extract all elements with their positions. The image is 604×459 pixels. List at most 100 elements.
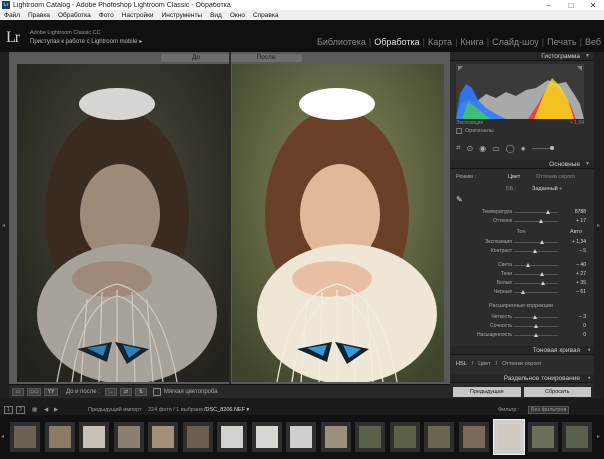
filmstrip-thumbnail[interactable] (527, 422, 558, 452)
histogram[interactable] (456, 64, 584, 119)
filmstrip-thumbnail[interactable] (148, 422, 178, 452)
filmstrip-thumbnail[interactable] (320, 422, 351, 452)
tab-color[interactable]: Цвет (478, 361, 490, 367)
identity-plate-mobile-link[interactable]: Приступая к работе с Lightroom mobile ▸ (30, 38, 142, 45)
tone-region-slider-value[interactable]: + 27 (576, 271, 586, 277)
tone-region-slider-track[interactable] (514, 283, 558, 284)
tone-slider-value[interactable]: – 5 (579, 248, 586, 254)
module-print[interactable]: Печать (544, 37, 579, 47)
spot-removal-icon[interactable]: ⊙ (467, 144, 474, 153)
filmstrip-thumbnail[interactable] (113, 422, 144, 452)
maximize-button[interactable]: □ (560, 1, 582, 10)
right-edge-strip[interactable]: ▸ (594, 52, 604, 398)
menu-help[interactable]: Справка (249, 12, 283, 19)
filmstrip-thumbnail[interactable] (424, 422, 454, 452)
soft-proofing-checkbox[interactable] (152, 387, 161, 396)
menu-tools[interactable]: Инструменты (158, 12, 207, 19)
filmstrip-source[interactable]: Предыдущий импорт (88, 407, 142, 413)
filmstrip-thumbnail[interactable] (389, 422, 420, 452)
treatment-color-option[interactable]: Цвет (508, 174, 520, 180)
presence-slider-thumb[interactable] (533, 315, 538, 319)
left-panel-collapsed[interactable]: ◂ (0, 52, 9, 398)
collapse-right-panel-icon[interactable]: ▸ (597, 222, 600, 229)
presence-slider-value[interactable]: – 3 (579, 314, 586, 320)
menu-settings[interactable]: Настройки (118, 12, 158, 19)
tone-region-slider-thumb[interactable] (541, 281, 546, 285)
white-balance-preset[interactable]: Заданный ÷ (532, 186, 562, 192)
presence-slider-thumb[interactable] (534, 324, 538, 328)
before-photo[interactable] (17, 64, 229, 382)
original-photo-row[interactable]: Оригиналы (456, 128, 494, 134)
white-balance-slider-thumb[interactable] (539, 219, 544, 223)
before-after-split-button[interactable]: YY (44, 387, 58, 396)
swap-before-after-button[interactable]: ⇄ (119, 387, 132, 396)
presence-slider-value[interactable]: 0 (583, 332, 586, 338)
filmstrip-filename[interactable]: /DSC_8206.NEF ▾ (204, 407, 249, 413)
menu-photo[interactable]: Фото (95, 12, 118, 19)
menu-edit[interactable]: Правка (24, 12, 54, 19)
second-window-button[interactable]: 2 (16, 406, 26, 414)
tone-slider-thumb[interactable] (539, 240, 544, 244)
tone-region-slider-value[interactable]: – 40 (576, 262, 586, 268)
radial-filter-icon[interactable]: ◯ (506, 144, 515, 153)
red-eye-icon[interactable]: ◉ (479, 144, 486, 153)
menu-develop[interactable]: Обработка (54, 12, 95, 19)
original-photo-checkbox[interactable] (456, 128, 462, 134)
main-window-button[interactable]: 1 (4, 406, 14, 414)
tone-region-slider-value[interactable]: – 61 (576, 289, 586, 295)
white-balance-slider-track[interactable] (514, 221, 558, 222)
tab-hsl[interactable]: HSL (456, 361, 467, 367)
tab-grayscale[interactable]: Оттенки серого (502, 361, 541, 367)
tone-slider-track[interactable] (514, 242, 558, 243)
after-photo[interactable] (232, 64, 444, 382)
auto-tone-button[interactable]: Авто (570, 229, 582, 235)
module-develop[interactable]: Обработка (371, 37, 422, 47)
split-toning-header[interactable]: Раздельное тонирование ◂ (450, 374, 594, 383)
filter-dropdown[interactable]: Без фильтров (528, 406, 570, 414)
menu-window[interactable]: Окно (226, 12, 249, 19)
tone-slider-value[interactable]: + 1,34 (572, 239, 586, 245)
filmstrip-scroll-right-icon[interactable]: ▸ (597, 433, 600, 440)
expand-left-panel-icon[interactable]: ◂ (2, 222, 5, 229)
before-after-mode-button[interactable]: ▭▭ (27, 387, 41, 396)
filmstrip-thumbnail[interactable] (251, 422, 282, 452)
filmstrip-scroll-left-icon[interactable]: ◂ (1, 433, 4, 440)
tone-region-slider-track[interactable] (514, 265, 558, 266)
filmstrip-thumbnail[interactable] (355, 422, 385, 452)
menu-view[interactable]: Вид (206, 12, 226, 19)
white-balance-eyedropper-icon[interactable]: ✎ (456, 195, 463, 204)
module-slideshow[interactable]: Слайд-шоу (489, 37, 542, 47)
module-book[interactable]: Книга (457, 37, 486, 47)
adjustment-brush-icon[interactable]: ● (521, 144, 526, 153)
filmstrip-thumbnail-selected[interactable] (493, 419, 525, 455)
tone-region-slider-thumb[interactable] (539, 272, 544, 276)
forward-arrow-icon[interactable]: ▶ (54, 407, 58, 413)
reset-button[interactable]: Сбросить (523, 387, 591, 397)
filmstrip-thumbnail[interactable] (458, 422, 489, 452)
filmstrip-thumbnail[interactable] (44, 422, 75, 452)
module-library[interactable]: Библиотека (314, 37, 369, 47)
previous-settings-button[interactable]: Предыдущая (453, 387, 521, 397)
filmstrip-thumbnail[interactable] (562, 422, 592, 452)
back-arrow-icon[interactable]: ◀ (44, 407, 48, 413)
minimize-button[interactable]: – (538, 1, 560, 10)
white-balance-slider-value[interactable]: + 17 (576, 218, 586, 224)
treatment-bw-option[interactable]: Оттенки серого (536, 174, 575, 180)
presence-slider-thumb[interactable] (534, 333, 538, 337)
white-balance-slider-track[interactable] (514, 212, 558, 213)
brush-size-slider[interactable] (531, 145, 554, 150)
grid-view-icon[interactable]: ▦ (32, 407, 37, 413)
histogram-header[interactable]: Гистограмма ▼ (450, 52, 594, 61)
menu-file[interactable]: Файл (0, 12, 24, 19)
crop-tool-icon[interactable]: ⌗ (456, 143, 461, 153)
filmstrip-thumbnail[interactable] (79, 422, 109, 452)
tone-region-slider-thumb[interactable] (520, 290, 525, 294)
filmstrip-thumbnail[interactable] (10, 422, 40, 452)
tone-slider-thumb[interactable] (532, 249, 537, 253)
white-balance-slider-value[interactable]: 8788 (575, 209, 586, 215)
tone-region-slider-thumb[interactable] (526, 263, 531, 267)
basic-panel-header[interactable]: Основные ▼ (450, 160, 594, 169)
copy-after-to-before-button[interactable]: ⇅ (134, 387, 147, 396)
module-map[interactable]: Карта (425, 37, 455, 47)
white-balance-slider-thumb[interactable] (546, 210, 551, 214)
